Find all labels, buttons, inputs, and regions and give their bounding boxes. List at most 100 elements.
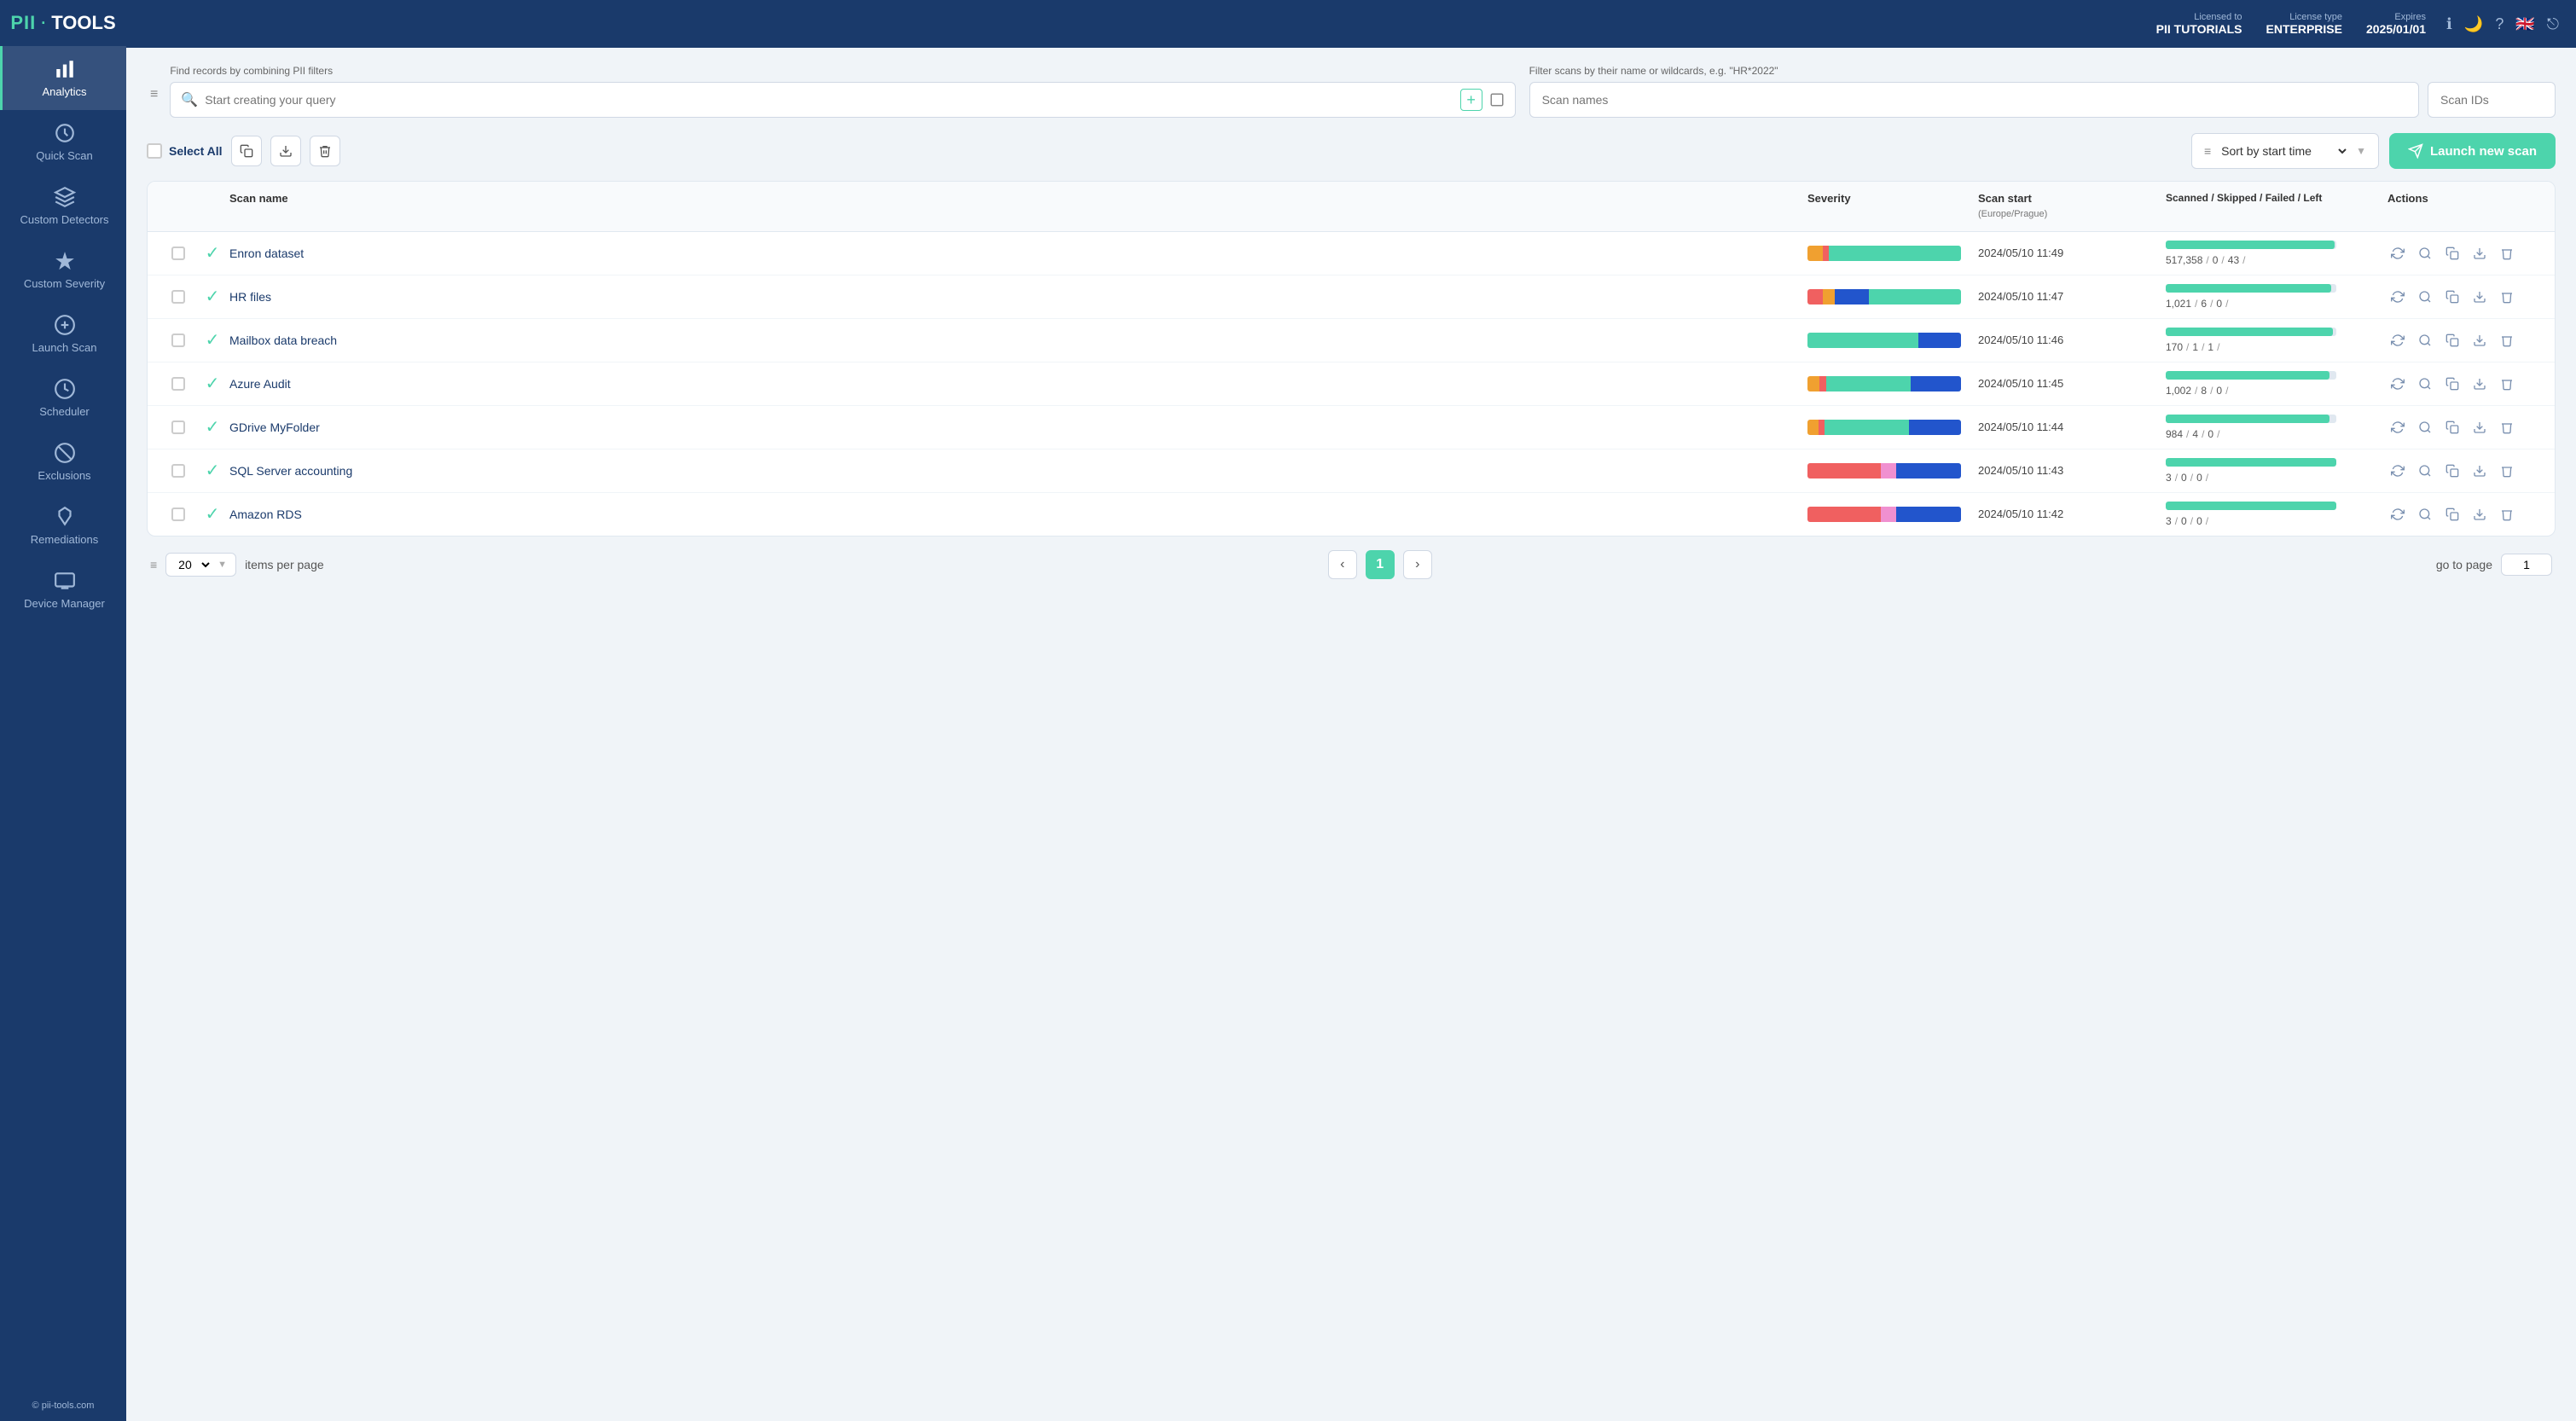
delete-button[interactable]	[2497, 417, 2517, 438]
download-button[interactable]	[2469, 243, 2490, 264]
check-circle-icon: ✓	[206, 503, 220, 525]
col-scan-name: Scan name	[229, 192, 1807, 221]
copy-button[interactable]	[2442, 374, 2463, 394]
rescan-button[interactable]	[2387, 374, 2408, 394]
rescan-button[interactable]	[2387, 287, 2408, 307]
row-checkbox[interactable]	[171, 464, 185, 478]
sort-select[interactable]: Sort by start time Sort by name Sort by …	[2218, 143, 2349, 159]
delete-button[interactable]	[2497, 243, 2517, 264]
scan-names-input[interactable]	[1529, 82, 2419, 118]
sort-select-wrap[interactable]: ≡ Sort by start time Sort by name Sort b…	[2191, 133, 2379, 169]
download-button[interactable]	[2469, 287, 2490, 307]
per-page-select[interactable]: 20 50 100	[175, 557, 212, 572]
query-input[interactable]	[205, 93, 1453, 107]
download-button[interactable]	[2469, 330, 2490, 351]
row-checkbox[interactable]	[171, 334, 185, 347]
delete-row-icon	[2500, 290, 2514, 304]
rescan-button[interactable]	[2387, 243, 2408, 264]
sidebar-item-custom-severity[interactable]: Custom Severity	[0, 238, 126, 302]
sidebar-item-launch-scan[interactable]: Launch Scan	[0, 302, 126, 366]
sidebar-item-quick-scan[interactable]: Quick Scan	[0, 110, 126, 174]
page-1-button[interactable]: 1	[1366, 550, 1395, 579]
view-results-button[interactable]	[2415, 504, 2435, 525]
view-results-button[interactable]	[2415, 417, 2435, 438]
severity-segment	[1881, 463, 1896, 478]
delete-row-icon	[2500, 334, 2514, 347]
select-all-checkbox[interactable]	[147, 143, 162, 159]
row-checkbox[interactable]	[171, 246, 185, 260]
copy-button[interactable]	[2442, 243, 2463, 264]
rescan-button[interactable]	[2387, 504, 2408, 525]
bulk-action-btn-3[interactable]	[310, 136, 340, 166]
stats-numbers: 170 / 1 / 1 /	[2166, 341, 2387, 353]
sidebar-item-scheduler[interactable]: Scheduler	[0, 366, 126, 430]
severity-bar	[1807, 246, 1961, 261]
table-row: ✓ GDrive MyFolder 2024/05/10 11:44 984 /…	[148, 406, 2555, 450]
row-status: ✓	[195, 373, 229, 394]
download-row-icon	[2473, 246, 2486, 260]
view-results-button[interactable]	[2415, 243, 2435, 264]
row-checkbox-col	[161, 377, 195, 391]
rescan-button[interactable]	[2387, 461, 2408, 481]
download-button[interactable]	[2469, 461, 2490, 481]
download-button[interactable]	[2469, 374, 2490, 394]
query-filter-label: Find records by combining PII filters	[170, 65, 1515, 77]
delete-button[interactable]	[2497, 374, 2517, 394]
sidebar-item-remediations[interactable]: Remediations	[0, 494, 126, 558]
actions-col	[2387, 287, 2541, 307]
row-checkbox[interactable]	[171, 420, 185, 434]
launch-new-scan-button[interactable]: Launch new scan	[2389, 133, 2556, 169]
severity-bar	[1807, 289, 1961, 304]
copy-button[interactable]	[2442, 330, 2463, 351]
info-icon[interactable]: ℹ	[2446, 15, 2452, 33]
sidebar-item-exclusions[interactable]: Exclusions	[0, 430, 126, 494]
view-results-button[interactable]	[2415, 461, 2435, 481]
copy-button[interactable]	[2442, 461, 2463, 481]
row-checkbox[interactable]	[171, 290, 185, 304]
add-filter-button[interactable]: +	[1460, 89, 1482, 111]
row-checkbox-col	[161, 420, 195, 434]
view-results-button[interactable]	[2415, 374, 2435, 394]
delete-row-icon	[2500, 377, 2514, 391]
goto-page-input[interactable]	[2501, 554, 2552, 576]
skipped-count: 4	[2192, 428, 2198, 440]
bulk-action-btn-1[interactable]	[231, 136, 262, 166]
filter-funnel-btn[interactable]: ≡	[147, 87, 161, 102]
scanned-count: 170	[2166, 341, 2183, 353]
prev-page-button[interactable]: ‹	[1328, 550, 1357, 579]
sidebar-item-device-manager[interactable]: Device Manager	[0, 558, 126, 622]
delete-button[interactable]	[2497, 461, 2517, 481]
copy-button[interactable]	[2442, 504, 2463, 525]
language-icon[interactable]: 🇬🇧	[2515, 15, 2534, 33]
rescan-icon	[2391, 377, 2405, 391]
sidebar-item-custom-detectors[interactable]: Custom Detectors	[0, 174, 126, 238]
next-page-button[interactable]: ›	[1403, 550, 1432, 579]
delete-button[interactable]	[2497, 504, 2517, 525]
logout-icon[interactable]: ⎋	[2547, 15, 2559, 33]
copy-button[interactable]	[2442, 287, 2463, 307]
rescan-button[interactable]	[2387, 330, 2408, 351]
scan-table: Scan name Severity Scan start (Europe/Pr…	[147, 181, 2556, 536]
scan-name-cell: SQL Server accounting	[229, 464, 1807, 478]
download-button[interactable]	[2469, 417, 2490, 438]
view-results-button[interactable]	[2415, 330, 2435, 351]
severity-segment	[1896, 507, 1961, 522]
scan-ids-input[interactable]	[2428, 82, 2556, 118]
help-icon[interactable]: ?	[2495, 15, 2503, 33]
download-row-icon	[2473, 334, 2486, 347]
select-all-wrap[interactable]: Select All	[147, 143, 223, 159]
download-button[interactable]	[2469, 504, 2490, 525]
delete-button[interactable]	[2497, 287, 2517, 307]
per-page-select-wrap[interactable]: 20 50 100 ▼	[165, 553, 236, 577]
filter-options-button[interactable]	[1489, 92, 1505, 107]
download-row-icon	[2473, 420, 2486, 434]
view-results-button[interactable]	[2415, 287, 2435, 307]
sidebar-item-analytics[interactable]: Analytics	[0, 46, 126, 110]
row-checkbox[interactable]	[171, 508, 185, 521]
delete-button[interactable]	[2497, 330, 2517, 351]
theme-toggle-icon[interactable]: 🌙	[2464, 15, 2483, 33]
bulk-action-btn-2[interactable]	[270, 136, 301, 166]
copy-button[interactable]	[2442, 417, 2463, 438]
rescan-button[interactable]	[2387, 417, 2408, 438]
row-checkbox[interactable]	[171, 377, 185, 391]
